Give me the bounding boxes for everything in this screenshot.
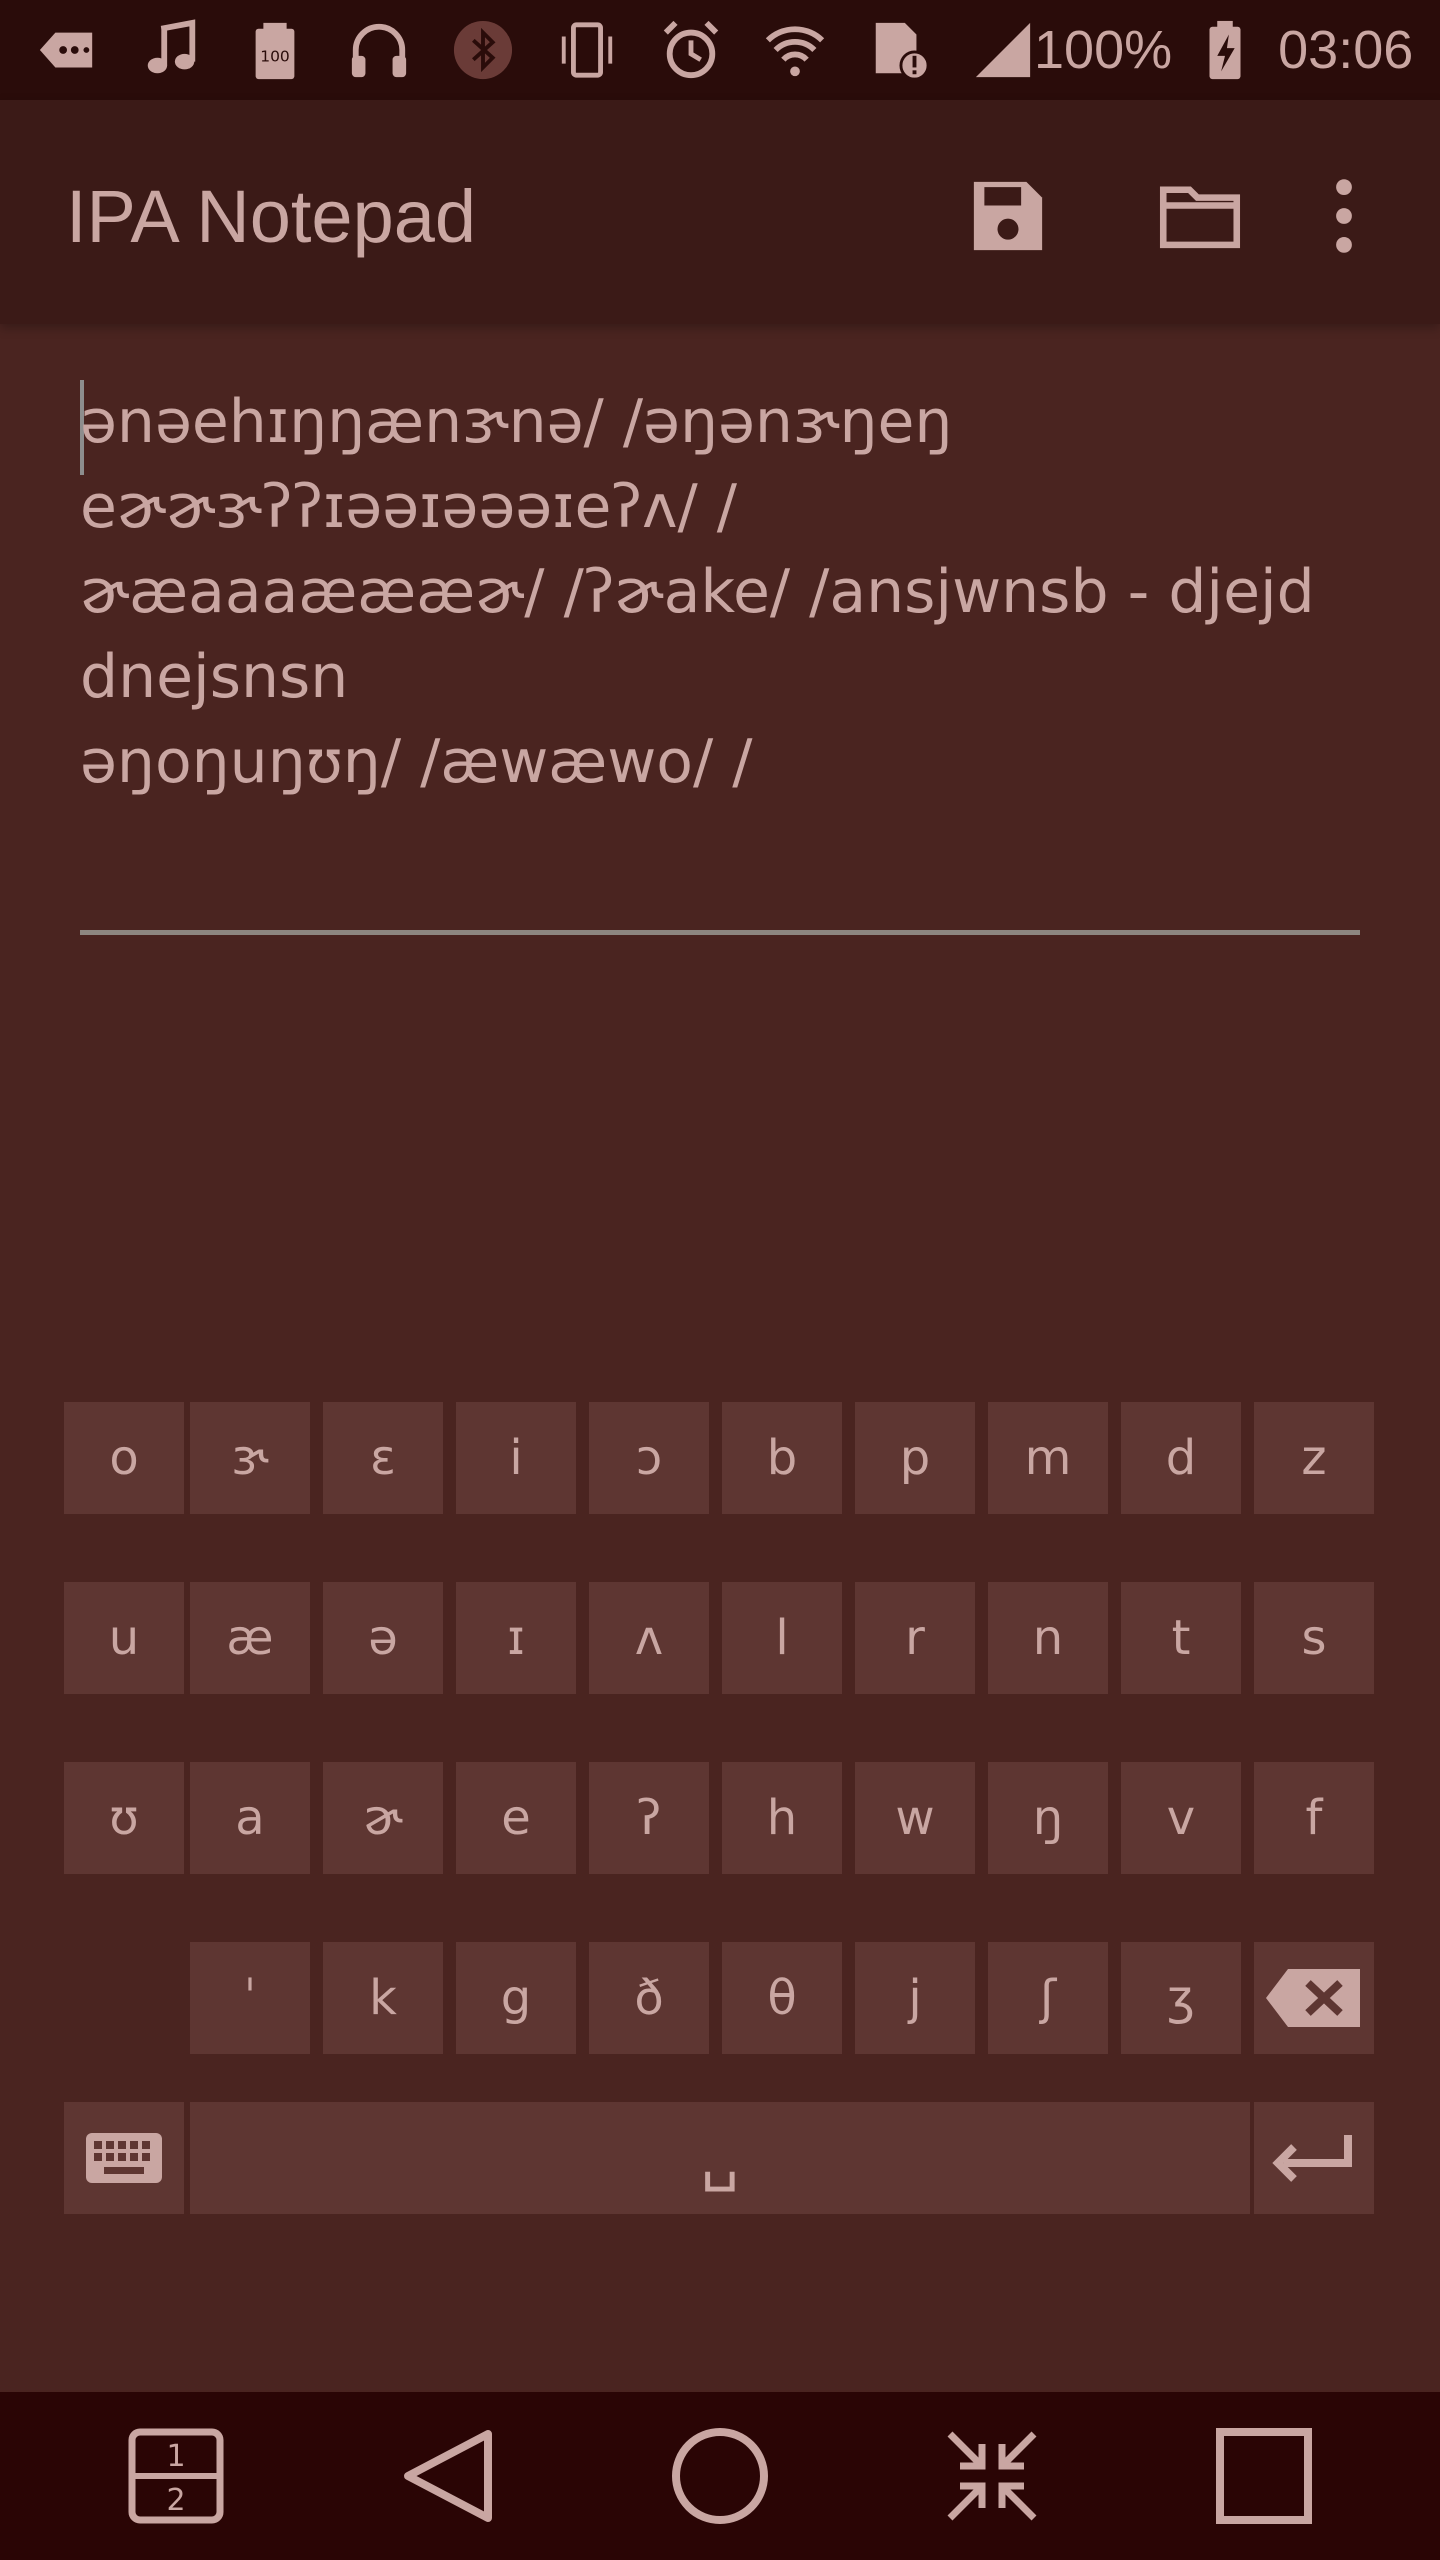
keyboard-row-5: ␣ <box>0 2102 1440 2214</box>
enter-icon <box>1272 2135 1352 2182</box>
sim-alert-icon <box>868 19 930 81</box>
status-icons-right: 100% 03:06 <box>1034 19 1413 81</box>
editor-line: ɚæaaaæææɚ/ /ʔɚake/ /ansjwnsb - djejd <box>80 557 1315 627</box>
bluetooth-icon <box>452 19 514 81</box>
battery-charging-icon <box>1194 19 1256 81</box>
key-s[interactable]: s <box>1254 1582 1374 1694</box>
home-button[interactable] <box>670 2426 770 2526</box>
key-f[interactable]: f <box>1254 1762 1374 1874</box>
home-icon <box>672 2428 768 2524</box>
back-icon <box>404 2430 492 2522</box>
keyboard-row-1: o ɝ ɛ i ɔ b p m d z <box>0 1402 1440 1514</box>
key-schwa[interactable]: ə <box>323 1582 443 1694</box>
back-button[interactable] <box>398 2426 498 2526</box>
key-theta[interactable]: θ <box>722 1942 842 2054</box>
status-bar: 100 100% 03:06 <box>0 0 1440 100</box>
ipa-text-editor[interactable]: ənəehɪŋŋænɝnə/ /əŋənɝŋeŋ eɚɚɝʔʔɪəəɪəəəɪe… <box>80 380 1360 805</box>
more-vert-icon <box>1336 179 1352 253</box>
key-ash[interactable]: æ <box>190 1582 310 1694</box>
save-button[interactable] <box>958 166 1058 266</box>
key-p[interactable]: p <box>855 1402 975 1514</box>
keyboard-tag-icon <box>36 19 98 81</box>
space-key[interactable]: ␣ <box>190 2102 1250 2214</box>
editor-line: dnejsnsn <box>80 642 349 712</box>
key-wedge[interactable]: ʌ <box>589 1582 709 1694</box>
keyboard-row-2: u æ ə ɪ ʌ l r n t s <box>0 1582 1440 1694</box>
key-v[interactable]: v <box>1121 1762 1241 1874</box>
keyboard-switch-icon <box>86 2133 162 2183</box>
app-bar: IPA Notepad <box>0 100 1440 324</box>
key-open-o[interactable]: ɔ <box>589 1402 709 1514</box>
dual-window-button[interactable]: 1 2 <box>126 2426 226 2526</box>
key-m[interactable]: m <box>988 1402 1108 1514</box>
recents-button[interactable] <box>1214 2426 1314 2526</box>
key-small-cap-i[interactable]: ɪ <box>456 1582 576 1694</box>
app-title: IPA Notepad <box>66 175 477 258</box>
key-n[interactable]: n <box>988 1582 1108 1694</box>
dual-window-icon: 1 2 <box>128 2428 224 2524</box>
music-icon <box>140 19 202 81</box>
key-l[interactable]: l <box>722 1582 842 1694</box>
key-primary-stress[interactable]: ˈ <box>190 1942 310 2054</box>
key-z[interactable]: z <box>1254 1402 1374 1514</box>
status-icons-left: 100 <box>36 19 1034 81</box>
backspace-icon <box>1266 1969 1360 2027</box>
key-upsilon[interactable]: ʊ <box>64 1762 184 1874</box>
key-j[interactable]: j <box>855 1942 975 2054</box>
key-r[interactable]: r <box>855 1582 975 1694</box>
editor-line: eɚɚɝʔʔɪəəɪəəəɪeʔʌ/ / <box>80 472 737 542</box>
key-h[interactable]: h <box>722 1762 842 1874</box>
key-eth[interactable]: ð <box>589 1942 709 2054</box>
key-a[interactable]: a <box>190 1762 310 1874</box>
keyboard-row-3: ʊ a ɚ e ʔ h w ŋ v f <box>0 1762 1440 1874</box>
backspace-key[interactable] <box>1254 1942 1374 2054</box>
key-epsilon[interactable]: ɛ <box>323 1402 443 1514</box>
key-esh[interactable]: ʃ <box>988 1942 1108 2054</box>
key-w[interactable]: w <box>855 1762 975 1874</box>
headphones-icon <box>348 19 410 81</box>
key-ezh[interactable]: ʒ <box>1121 1942 1241 2054</box>
key-eng[interactable]: ŋ <box>988 1762 1108 1874</box>
dual-window-top-label: 1 <box>166 2439 185 2474</box>
key-k[interactable]: k <box>323 1942 443 2054</box>
collapse-icon <box>947 2431 1037 2521</box>
alarm-icon <box>660 19 722 81</box>
key-e[interactable]: e <box>456 1762 576 1874</box>
dual-window-bottom-label: 2 <box>166 2483 185 2518</box>
signal-icon <box>972 19 1034 81</box>
save-icon <box>973 181 1043 251</box>
vibrate-icon <box>556 19 618 81</box>
editor-line: ənəehɪŋŋænɝnə/ /əŋənɝŋeŋ <box>80 387 953 457</box>
editor-line: əŋoŋuŋʊŋ/ /æwæwo/ / <box>80 727 753 797</box>
clock: 03:06 <box>1278 20 1414 80</box>
key-g[interactable]: g <box>456 1942 576 2054</box>
key-d[interactable]: d <box>1121 1402 1241 1514</box>
keyboard-row-4: ˈ k g ð θ j ʃ ʒ <box>0 1942 1440 2054</box>
key-t[interactable]: t <box>1121 1582 1241 1694</box>
key-r-hook-schwa-rev[interactable]: ɝ <box>190 1402 310 1514</box>
key-r-hook-schwa[interactable]: ɚ <box>323 1762 443 1874</box>
editor-underline <box>80 930 1360 935</box>
key-u[interactable]: u <box>64 1582 184 1694</box>
key-o[interactable]: o <box>64 1402 184 1514</box>
svg-text:100: 100 <box>260 48 290 66</box>
key-i[interactable]: i <box>456 1402 576 1514</box>
key-b[interactable]: b <box>722 1402 842 1514</box>
enter-key[interactable] <box>1254 2102 1374 2214</box>
recents-icon <box>1216 2428 1312 2524</box>
open-folder-button[interactable] <box>1150 166 1250 266</box>
battery-100-icon: 100 <box>244 19 306 81</box>
overflow-menu-button[interactable] <box>1294 166 1394 266</box>
folder-icon <box>1159 186 1241 249</box>
key-glottal-stop[interactable]: ʔ <box>589 1762 709 1874</box>
battery-percent: 100% <box>1034 20 1173 80</box>
navigation-bar: 1 2 <box>0 2392 1440 2560</box>
collapse-button[interactable] <box>942 2426 1042 2526</box>
wifi-icon <box>764 19 826 81</box>
keyboard-switch-key[interactable] <box>64 2102 184 2214</box>
